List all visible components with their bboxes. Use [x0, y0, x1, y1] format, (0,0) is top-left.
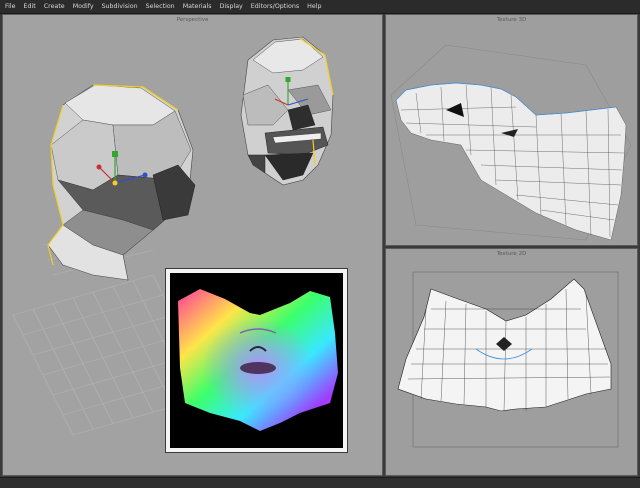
- texture-2d-title: Texture 2D: [496, 251, 527, 257]
- menu-file[interactable]: File: [0, 0, 20, 13]
- texture-3d-title: Texture 3D: [496, 17, 527, 23]
- uv-map-2d[interactable]: [386, 249, 637, 475]
- normal-map-render: [170, 273, 343, 448]
- head-mesh-front[interactable]: [240, 36, 334, 186]
- uv-map-3d[interactable]: [386, 15, 637, 245]
- menu-bar: File Edit Create Modify Subdivision Sele…: [0, 0, 640, 14]
- menu-edit[interactable]: Edit: [20, 0, 40, 13]
- menu-selection[interactable]: Selection: [142, 0, 179, 13]
- texture-3d-viewport[interactable]: Texture 3D: [385, 14, 638, 246]
- menu-editors-options[interactable]: Editors/Options: [247, 0, 303, 13]
- perspective-title: Perspective: [176, 17, 209, 23]
- menu-display[interactable]: Display: [216, 0, 247, 13]
- menu-subdivision[interactable]: Subdivision: [98, 0, 142, 13]
- status-bar: [0, 477, 640, 488]
- menu-create[interactable]: Create: [40, 0, 69, 13]
- menu-help[interactable]: Help: [303, 0, 325, 13]
- menu-modify[interactable]: Modify: [69, 0, 98, 13]
- normal-map-inset: [165, 268, 348, 453]
- head-mesh-back[interactable]: [47, 84, 196, 281]
- menu-materials[interactable]: Materials: [179, 0, 216, 13]
- texture-2d-viewport[interactable]: Texture 2D: [385, 248, 638, 476]
